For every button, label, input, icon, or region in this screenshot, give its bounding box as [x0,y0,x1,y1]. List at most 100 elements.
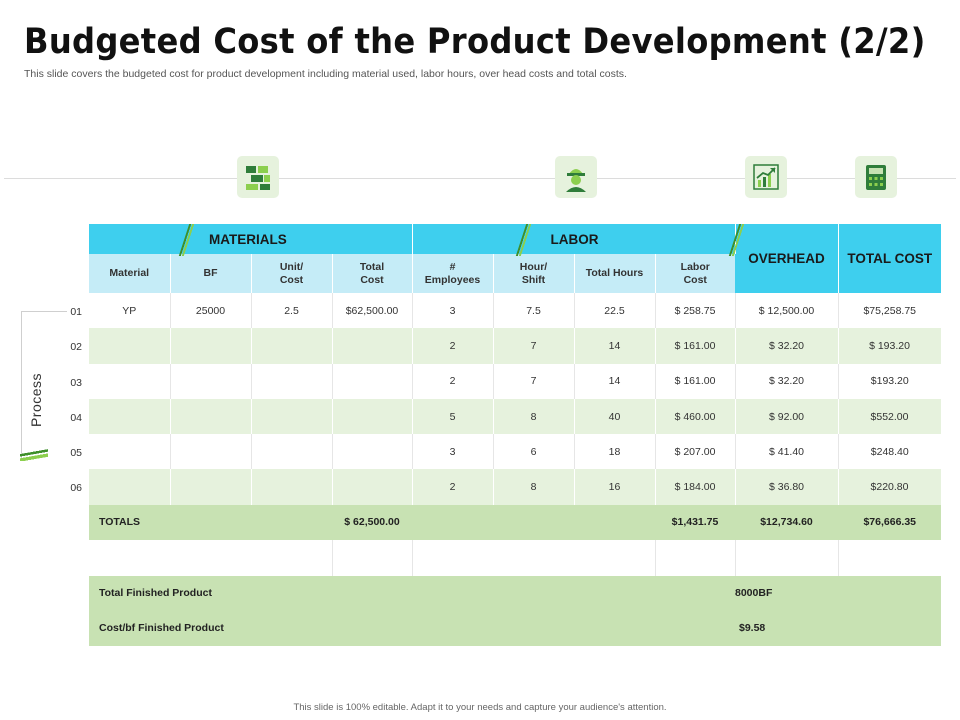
finished-product-value: 8000BF [735,575,941,611]
overhead-group-header: OVERHEAD [735,224,839,293]
cell-employees: 3 [412,434,494,470]
cost-per-bf-value: $9.58 [735,610,941,646]
cell-bf [170,434,252,470]
cell-total-cost [332,469,413,505]
totals-material: $ 62,500.00 [332,504,413,540]
table-row: 5 8 40 $ 460.00 $ 92.00 $552.00 [89,398,942,435]
cell-hour-shift: 7.5 [493,293,575,329]
cell-overhead: $ 36.80 [735,469,839,505]
col-header-unit-cost: Unit/Cost [251,254,333,293]
process-number: 01 [70,306,82,318]
cell-employees: 2 [412,363,494,399]
divider-line [4,178,956,179]
process-number: 03 [70,376,82,389]
cell-total-cost [332,398,413,435]
totals-labor: $1,431.75 [655,504,736,540]
col-header-total-cost: Total Cost [332,254,413,293]
cell-unit-cost [251,469,333,505]
cell-material [89,363,171,399]
cell-labor-cost: $ 161.00 [655,328,736,364]
table-row: 2 7 14 $ 161.00 $ 32.20 $ 193.20 [89,328,942,364]
cost-per-bf-label: Cost/bf Finished Product [89,610,735,646]
cell-labor-cost: $ 207.00 [655,434,736,470]
cell-labor-cost: $ 184.00 [655,469,736,505]
cell-employees: 5 [412,398,494,435]
process-label: Process [28,372,44,428]
cell-unit-cost [251,434,333,470]
cell-overhead: $ 41.40 [735,434,839,470]
total-cost-group-header: TOTAL COST [838,224,941,293]
process-number: 06 [70,482,82,495]
process-numbers: 01 02 03 04 05 06 [60,300,82,512]
materials-group-header: MATERIALS [89,224,413,254]
cell-total-hours: 16 [574,469,656,505]
totals-overhead: $12,734.60 [735,504,839,540]
col-header-total-hours: Total Hours [574,254,656,293]
group-header-row: MATERIALS LABOR OVERHEAD TOTAL COST [89,224,941,293]
cell-total: $ 193.20 [838,328,942,364]
totals-empty [412,504,656,540]
cell-total-cost [332,434,413,470]
cell-unit-cost [251,363,333,399]
col-header-material: Material [89,254,171,293]
cost-per-bf-row: Cost/bf Finished Product $9.58 [89,610,941,646]
cell-total-hours: 14 [574,328,656,364]
building-blocks-icon [237,156,279,198]
cell-bf [170,328,252,364]
cell-total-hours: 18 [574,434,656,470]
engineer-worker-icon [555,156,597,198]
cell-material [89,469,171,505]
labor-group-header: LABOR [411,224,736,254]
cell-total-cost: $62,500.00 [332,293,413,329]
budget-table: MATERIALS LABOR OVERHEAD TOTAL COST Mate… [89,224,942,646]
cell-hour-shift: 8 [493,398,575,435]
cell-unit-cost: 2.5 [251,293,333,329]
cell-material: YP [89,293,171,329]
totals-grand: $76,666.35 [838,504,941,540]
page-title: Budgeted Cost of the Product Development… [24,22,926,62]
cell-bf [170,363,252,399]
totals-row: TOTALS $ 62,500.00 $1,431.75 $12,734.60 … [89,504,941,540]
cell-material [89,328,171,364]
cell-hour-shift: 6 [493,434,575,470]
cell-total: $248.40 [870,445,909,458]
cell-employees: 3 [412,293,494,329]
cell-labor-cost: $ 258.75 [655,293,736,329]
footer-note: This slide is 100% editable. Adapt it to… [293,702,667,713]
cell-employees: 2 [412,328,494,364]
cell-labor-cost: $ 460.00 [655,398,736,435]
cell-hour-shift: 7 [493,328,575,364]
cell-total-hours: 22.5 [574,293,656,329]
cell-material [89,398,171,435]
cell-total-cost [332,328,413,364]
cell-total-hours: 14 [574,363,656,399]
page-subtitle: This slide covers the budgeted cost for … [24,68,627,80]
col-header-employees: # Employees [412,254,494,293]
calculator-icon [855,156,897,198]
table-row: 2 8 16 $ 184.00 $ 36.80 $220.80 [89,469,942,505]
col-header-hour-shift: Hour/Shift [493,254,575,293]
cell-total: $75,258.75 [863,304,917,317]
growth-chart-icon [745,156,787,198]
cell-bf: 25000 [170,293,252,329]
finished-product-row: Total Finished Product 8000BF [89,575,941,611]
cell-overhead: $ 12,500.00 [735,293,839,329]
cell-employees: 2 [412,469,494,505]
cell-hour-shift: 7 [493,363,575,399]
process-number: 05 [70,447,82,460]
col-header-bf: BF [170,254,252,293]
cell-total: $552.00 [838,398,942,435]
cell-bf [170,398,252,435]
cell-material [89,434,171,470]
blank-row [89,539,941,576]
cell-total-hours: 40 [574,398,656,435]
totals-label: TOTALS [89,504,333,540]
cell-total: $220.80 [838,469,942,505]
process-number: 04 [70,411,82,424]
table-row: 2 7 14 $ 161.00 $ 32.20 $193.20 [89,363,941,399]
finished-product-label: Total Finished Product [89,575,735,611]
cell-labor-cost: $ 161.00 [655,363,736,399]
cell-hour-shift: 8 [493,469,575,505]
cell-total: $193.20 [870,375,909,388]
cell-total-cost [332,363,413,399]
